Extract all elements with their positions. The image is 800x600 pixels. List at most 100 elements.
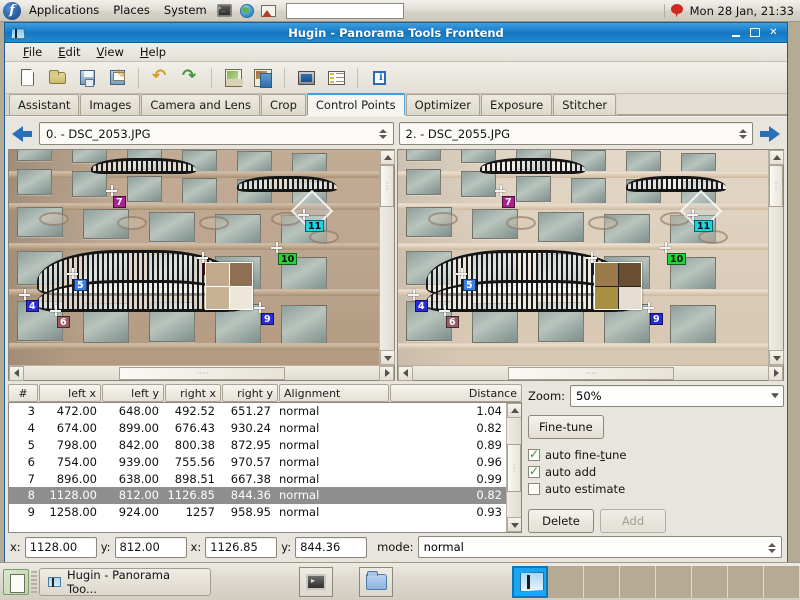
left-pane-vscrollbar[interactable] <box>379 150 395 365</box>
panel-search-input[interactable] <box>285 2 404 19</box>
chevron-down-icon[interactable] <box>771 393 779 399</box>
menu-help[interactable]: Help <box>132 43 174 61</box>
right-x-input[interactable]: 1126.85 <box>205 536 278 558</box>
tab-control-points[interactable]: Control Points <box>306 93 405 115</box>
panel-menu-places[interactable]: Places <box>106 1 157 21</box>
table-column-header[interactable]: Distance <box>390 384 522 402</box>
next-image-button[interactable] <box>758 122 782 146</box>
table-column-header[interactable]: left y <box>102 384 164 402</box>
fine-tune-magnifier[interactable] <box>594 262 642 310</box>
panel-menu-applications[interactable]: Applications <box>22 1 106 21</box>
add-time-series-icon[interactable] <box>249 64 277 92</box>
scroll-up-icon[interactable] <box>507 403 521 418</box>
mode-spinner-icon[interactable] <box>764 539 779 556</box>
auto-add-row[interactable]: auto add <box>528 464 784 479</box>
right-y-input[interactable]: 844.36 <box>295 536 368 558</box>
workspace-5[interactable] <box>656 565 692 598</box>
auto-estimate-checkbox[interactable] <box>528 483 540 495</box>
left-image-spinner-icon[interactable] <box>376 125 391 142</box>
delete-button[interactable]: Delete <box>528 509 594 533</box>
taskbar-window-hugin[interactable]: Hugin - Panorama Too... <box>39 567 211 596</box>
scroll-track[interactable] <box>769 207 783 350</box>
left-y-input[interactable]: 812.00 <box>114 536 187 558</box>
workspace-3[interactable] <box>584 565 620 598</box>
undo-icon[interactable] <box>146 64 174 92</box>
scroll-track[interactable] <box>380 207 394 350</box>
previous-image-button[interactable] <box>10 122 34 146</box>
close-button[interactable]: ✕ <box>765 25 782 40</box>
scroll-track[interactable] <box>507 418 521 444</box>
left-image-canvas[interactable]: 4567891011 <box>9 150 379 365</box>
left-pane-hscrollbar[interactable] <box>9 365 394 381</box>
scroll-down-icon[interactable] <box>507 517 521 532</box>
tab-exposure[interactable]: Exposure <box>480 94 553 115</box>
tab-crop[interactable]: Crop <box>261 94 306 115</box>
preview-panorama-icon[interactable] <box>292 64 320 92</box>
taskbar-grip[interactable] <box>31 570 37 593</box>
table-row[interactable]: 5 798.00 842.00 800.38 872.95 normal 0.89 <box>9 437 506 454</box>
save-project-as-icon[interactable] <box>103 64 131 92</box>
tab-camera-and-lens[interactable]: Camera and Lens <box>141 94 261 115</box>
table-row[interactable]: 6 754.00 939.00 755.56 970.57 normal 0.96 <box>9 453 506 470</box>
auto-add-checkbox[interactable] <box>528 464 540 478</box>
workspace-6[interactable] <box>692 565 728 598</box>
workspace-2[interactable] <box>548 565 584 598</box>
redo-icon[interactable] <box>176 64 204 92</box>
table-column-header[interactable]: # <box>8 384 38 402</box>
left-image-pane[interactable]: 4567891011 <box>8 149 395 381</box>
scroll-thumb[interactable] <box>507 443 521 492</box>
about-icon[interactable] <box>365 64 393 92</box>
add-image-icon[interactable] <box>219 64 247 92</box>
table-column-header[interactable]: right x <box>165 384 221 402</box>
menu-file[interactable]: File <box>15 43 50 61</box>
auto-fine-tune-checkbox[interactable] <box>528 447 540 461</box>
scroll-thumb[interactable] <box>118 366 285 380</box>
menu-view[interactable]: View <box>89 43 132 61</box>
table-vscrollbar[interactable] <box>506 403 521 532</box>
scroll-thumb[interactable] <box>507 366 674 380</box>
tab-stitcher[interactable]: Stitcher <box>553 94 617 115</box>
show-desktop-icon[interactable] <box>3 568 29 595</box>
right-image-spinner-icon[interactable] <box>735 125 750 142</box>
maximize-button[interactable] <box>746 25 763 40</box>
show-control-points-icon[interactable] <box>322 64 350 92</box>
taskbar-folder-icon[interactable] <box>359 566 393 597</box>
new-project-icon[interactable] <box>13 64 41 92</box>
scroll-thumb[interactable] <box>769 165 783 207</box>
right-pane-vscrollbar[interactable] <box>768 150 784 365</box>
taskbar-terminal-icon[interactable] <box>299 566 333 597</box>
scroll-up-icon[interactable] <box>769 150 784 165</box>
terminal-icon[interactable] <box>215 1 235 21</box>
minimize-button[interactable] <box>727 25 744 40</box>
browser-icon[interactable] <box>237 1 257 21</box>
right-image-pane[interactable]: 4567891011 <box>397 149 784 381</box>
workspace-1[interactable] <box>512 565 548 598</box>
table-row[interactable]: 4 674.00 899.00 676.43 930.24 normal 0.82 <box>9 420 506 437</box>
left-x-input[interactable]: 1128.00 <box>24 536 97 558</box>
auto-fine-tune-row[interactable]: auto fine-tune <box>528 447 784 462</box>
workspace-4[interactable] <box>620 565 656 598</box>
scroll-down-icon[interactable] <box>769 350 784 365</box>
scroll-left-icon[interactable] <box>9 365 24 381</box>
right-pane-hscrollbar[interactable] <box>398 365 783 381</box>
table-column-header[interactable]: right y <box>222 384 278 402</box>
panel-menu-system[interactable]: System <box>157 1 214 21</box>
fine-tune-button[interactable]: Fine-tune <box>528 415 604 439</box>
tab-assistant[interactable]: Assistant <box>9 94 80 115</box>
panel-clock[interactable]: Mon 28 Jan, 21:33 <box>690 4 794 18</box>
tab-images[interactable]: Images <box>80 94 141 115</box>
table-column-header[interactable]: left x <box>39 384 101 402</box>
open-project-icon[interactable] <box>43 64 71 92</box>
right-image-canvas[interactable]: 4567891011 <box>398 150 768 365</box>
fine-tune-magnifier[interactable] <box>205 262 253 310</box>
fedora-badge-icon[interactable] <box>670 3 684 19</box>
scroll-up-icon[interactable] <box>380 150 395 165</box>
workspace-7[interactable] <box>728 565 764 598</box>
auto-estimate-row[interactable]: auto estimate <box>528 482 784 496</box>
scroll-left-icon[interactable] <box>398 365 413 381</box>
table-column-header[interactable]: Alignment <box>279 384 389 402</box>
window-titlebar[interactable]: Hugin - Panorama Tools Frontend ✕ <box>5 23 787 43</box>
fedora-logo-icon[interactable]: f <box>3 1 21 20</box>
tab-optimizer[interactable]: Optimizer <box>405 94 480 115</box>
scroll-down-icon[interactable] <box>380 350 395 365</box>
